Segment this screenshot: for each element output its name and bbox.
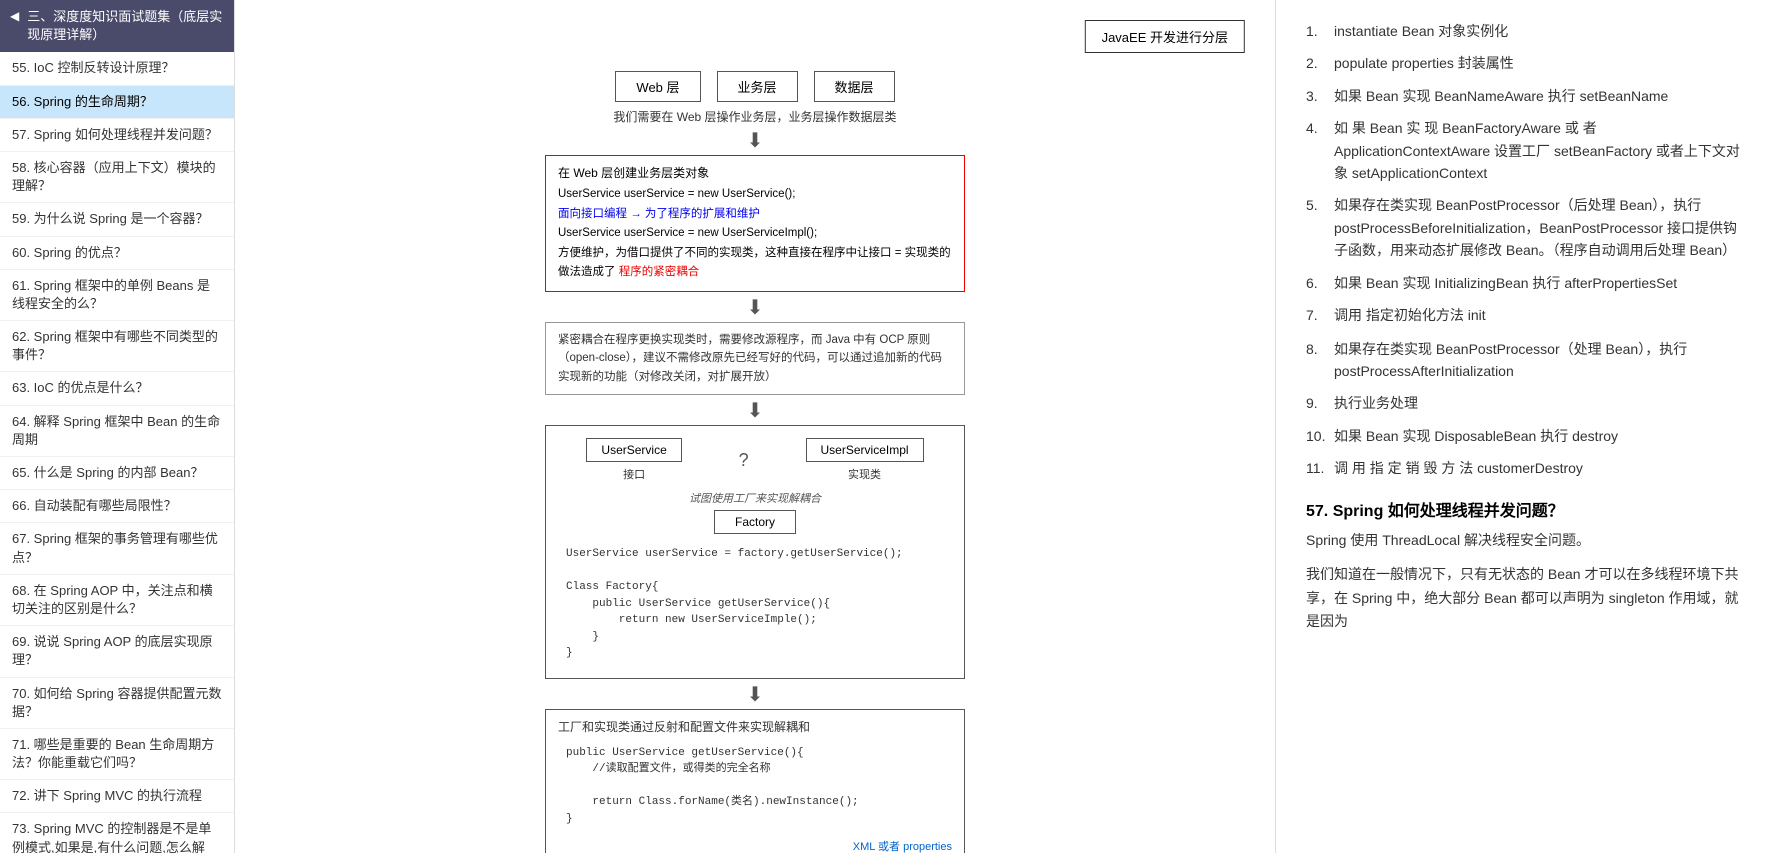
- sidebar-item-64[interactable]: 64. 解释 Spring 框架中 Bean 的生命周期: [0, 406, 234, 457]
- lifecycle-text-2: populate properties 封装属性: [1334, 52, 1514, 74]
- sidebar-item-70[interactable]: 70. 如何给 Spring 容器提供配置元数据？: [0, 678, 234, 729]
- lifecycle-text-7: 调用 指定初始化方法 init: [1334, 304, 1486, 328]
- sidebar-item-60[interactable]: 60. Spring 的优点？: [0, 237, 234, 270]
- lifecycle-item-2: 2. populate properties 封装属性: [1306, 52, 1745, 74]
- sidebar-item-72[interactable]: 72. 讲下 Spring MVC 的执行流程: [0, 780, 234, 813]
- web-layer: Web 层: [615, 71, 700, 102]
- arrow3: ⬇: [265, 401, 1245, 421]
- business-layer: 业务层: [717, 71, 798, 102]
- data-layer: 数据层: [814, 71, 895, 102]
- config-header: 工厂和实现类通过反射和配置文件来实现解耦和: [558, 718, 952, 737]
- javaee-title: JavaEE 开发进行分层: [1102, 30, 1228, 45]
- sidebar-header-title: 三、深度度知识面试题集（底层实现原理详解）: [27, 8, 224, 44]
- lifecycle-text-1: instantiate Bean 对象实例化: [1334, 20, 1508, 42]
- sidebar-item-68[interactable]: 68. 在 Spring AOP 中，关注点和横切关注的区别是什么？: [0, 575, 234, 626]
- sidebar-item-69[interactable]: 69. 说说 Spring AOP 的底层实现原理？: [0, 626, 234, 677]
- lifecycle-item-8: 8.如果存在类实现 BeanPostProcessor（处理 Bean），执行 …: [1306, 338, 1745, 383]
- service-code: UserService userService = factory.getUse…: [558, 542, 952, 666]
- sidebar-item-67[interactable]: 67. Spring 框架的事务管理有哪些优点？: [0, 523, 234, 574]
- lifecycle-item-6: 6. 如果 Bean 实现 InitializingBean 执行 afterPr…: [1306, 272, 1745, 294]
- lifecycle-num-1: 1.: [1306, 20, 1326, 42]
- sidebar-item-56[interactable]: 56. Spring 的生命周期？: [0, 86, 234, 119]
- lifecycle-item-3: 3. 如果 Bean 实现 BeanNameAware 执行 setBeanNam…: [1306, 85, 1745, 107]
- xml-link: XML 或者 properties: [853, 841, 952, 853]
- lifecycle-text-8: 如果存在类实现 BeanPostProcessor（处理 Bean），执行 po…: [1334, 338, 1745, 383]
- diagram-section: JavaEE 开发进行分层 Web 层 业务层 数据层 我们需要在 Web 层操…: [265, 20, 1245, 853]
- sidebar-item-71[interactable]: 71. 哪些是重要的 Bean 生命周期方法？你能重载它们吗？: [0, 729, 234, 780]
- sidebar-item-63[interactable]: 63. IoC 的优点是什么？: [0, 372, 234, 405]
- lifecycle-num-11: 11.: [1306, 457, 1326, 481]
- lifecycle-item-10: 10. 如果 Bean 实现 DisposableBean 执行 destroy: [1306, 425, 1745, 447]
- arrow2: ⬇: [265, 298, 1245, 318]
- sidebar-item-58[interactable]: 58. 核心容器（应用上下文）模块的理解？: [0, 152, 234, 203]
- javaee-layers: Web 层 业务层 数据层: [265, 71, 1245, 102]
- lifecycle-num-2: 2.: [1306, 52, 1326, 74]
- para1: Spring 使用 ThreadLocal 解决线程安全问题。: [1306, 529, 1745, 553]
- question-mark: ?: [739, 450, 749, 471]
- sidebar-header: ◀ 三、深度度知识面试题集（底层实现原理详解）: [0, 0, 234, 52]
- sidebar-item-62[interactable]: 62. Spring 框架中有哪些不同类型的事件？: [0, 321, 234, 372]
- lifecycle-num-10: 10.: [1306, 425, 1326, 447]
- impl-label: 实现类: [848, 466, 881, 482]
- service-row: UserService 接口 ? UserServiceImpl 实现类: [558, 438, 952, 482]
- lifecycle-num-9: 9.: [1306, 392, 1326, 414]
- red-box-code: UserService userService = new UserServic…: [558, 185, 952, 283]
- interface-label: 接口: [623, 466, 645, 482]
- config-code: public UserService getUserService(){ //读…: [558, 741, 952, 832]
- arrow1: ⬇: [265, 131, 1245, 151]
- lifecycle-num-4: 4.: [1306, 117, 1326, 184]
- lifecycle-num-3: 3.: [1306, 85, 1326, 107]
- sidebar-item-57[interactable]: 57. Spring 如何处理线程并发问题？: [0, 119, 234, 152]
- lifecycle-text-10: 如果 Bean 实现 DisposableBean 执行 destroy: [1334, 425, 1618, 447]
- factory-box: Factory: [714, 510, 796, 534]
- section57-title: 57. Spring 如何处理线程并发问题？: [1306, 497, 1745, 521]
- lifecycle-num-6: 6.: [1306, 272, 1326, 294]
- service-diagram-box: UserService 接口 ? UserServiceImpl 实现类 试图使…: [545, 425, 965, 679]
- lifecycle-item-4: 4.如 果 Bean 实 现 BeanFactoryAware 或 者 Appl…: [1306, 117, 1745, 184]
- arrow4: ⬇: [265, 685, 1245, 705]
- lifecycle-item-5: 5.如果存在类实现 BeanPostProcessor（后处理 Bean），执行…: [1306, 194, 1745, 261]
- lifecycle-item-9: 9. 执行业务处理: [1306, 392, 1745, 414]
- userservice-box: UserService: [586, 438, 681, 462]
- lifecycle-num-5: 5.: [1306, 194, 1326, 261]
- sidebar-items: 55. IoC 控制反转设计原理？56. Spring 的生命周期？57. Sp…: [0, 52, 234, 853]
- para2: 我们知道在一般情况下，只有无状态的 Bean 才可以在多线程环境下共享，在 Sp…: [1306, 563, 1745, 634]
- try-factory-text: 试图使用工厂来实现解耦合: [558, 490, 952, 506]
- red-box-title: 在 Web 层创建业务层类对象: [558, 164, 952, 183]
- lifecycle-item-7: 7. 调用 指定初始化方法 init: [1306, 304, 1745, 328]
- lifecycle-text-3: 如果 Bean 实现 BeanNameAware 执行 setBeanName: [1334, 85, 1668, 107]
- lifecycle-text-6: 如果 Bean 实现 InitializingBean 执行 afterProp…: [1334, 272, 1677, 294]
- sidebar-item-61[interactable]: 61. Spring 框架中的单例 Beans 是线程安全的么？: [0, 270, 234, 321]
- lifecycle-num-8: 8.: [1306, 338, 1326, 383]
- gray-text-box: 紧密耦合在程序更换实现类时，需要修改源程序，而 Java 中有 OCP 原则（o…: [545, 322, 965, 395]
- sidebar-item-65[interactable]: 65. 什么是 Spring 的内部 Bean？: [0, 457, 234, 490]
- collapse-icon[interactable]: ◀: [10, 8, 19, 25]
- main-content: JavaEE 开发进行分层 Web 层 业务层 数据层 我们需要在 Web 层操…: [235, 0, 1275, 853]
- red-box: 在 Web 层创建业务层类对象 UserService userService …: [545, 155, 965, 292]
- right-panel: 1. instantiate Bean 对象实例化 2. populate prope…: [1275, 0, 1775, 853]
- lifecycle-list: 1. instantiate Bean 对象实例化 2. populate prope…: [1306, 20, 1745, 481]
- lifecycle-num-7: 7.: [1306, 304, 1326, 328]
- lifecycle-item-1: 1. instantiate Bean 对象实例化: [1306, 20, 1745, 42]
- lifecycle-text-9: 执行业务处理: [1334, 392, 1418, 414]
- sidebar: ◀ 三、深度度知识面试题集（底层实现原理详解） 55. IoC 控制反转设计原理…: [0, 0, 235, 853]
- userserviceimpl-box: UserServiceImpl: [806, 438, 924, 462]
- config-box: 工厂和实现类通过反射和配置文件来实现解耦和 public UserService…: [545, 709, 965, 853]
- javaee-title-box: JavaEE 开发进行分层: [1085, 20, 1245, 53]
- sidebar-item-55[interactable]: 55. IoC 控制反转设计原理？: [0, 52, 234, 85]
- lifecycle-text-4: 如 果 Bean 实 现 BeanFactoryAware 或 者 Applic…: [1334, 117, 1745, 184]
- lifecycle-item-11: 11. 调 用 指 定 销 毁 方 法 customerDestroy: [1306, 457, 1745, 481]
- sidebar-item-59[interactable]: 59. 为什么说 Spring 是一个容器？: [0, 203, 234, 236]
- sidebar-item-66[interactable]: 66. 自动装配有哪些局限性？: [0, 490, 234, 523]
- sidebar-item-73[interactable]: 73. Spring MVC 的控制器是不是单例模式,如果是,有什么问题,怎么解…: [0, 813, 234, 853]
- lifecycle-text-5: 如果存在类实现 BeanPostProcessor（后处理 Bean），执行 p…: [1334, 194, 1745, 261]
- lifecycle-text-11: 调 用 指 定 销 毁 方 法 customerDestroy: [1334, 457, 1583, 481]
- center-text: 我们需要在 Web 层操作业务层，业务层操作数据层类: [265, 108, 1245, 125]
